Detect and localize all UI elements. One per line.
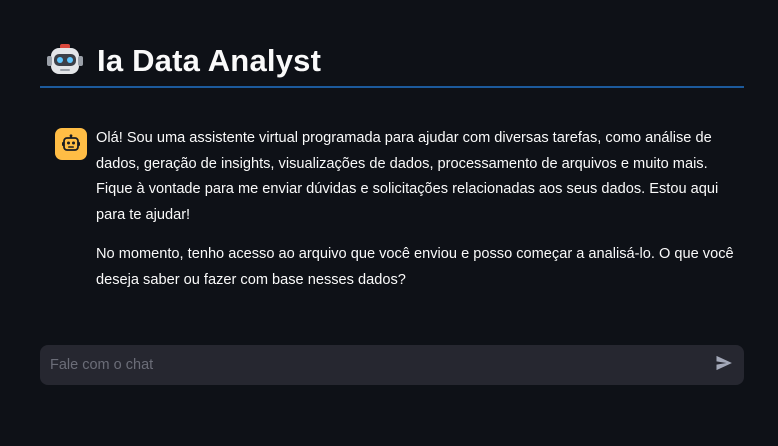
message-content: Olá! Sou uma assistente virtual programa… — [96, 126, 744, 307]
send-icon — [714, 353, 734, 378]
page-title: Ia Data Analyst — [97, 43, 322, 78]
robot-face-icon — [45, 41, 85, 81]
send-button[interactable] — [704, 345, 744, 385]
chat-input[interactable] — [40, 345, 704, 385]
message-paragraph: Olá! Sou uma assistente virtual programa… — [96, 130, 719, 223]
bot-icon — [55, 128, 87, 160]
page-header: Ia Data Analyst — [40, 34, 744, 88]
message-paragraph: No momento, tenho acesso ao arquivo que … — [96, 246, 734, 288]
chat-input-container — [40, 345, 744, 385]
header-divider — [40, 86, 744, 88]
app-container: Ia Data Analyst Olá! Sou uma assistente … — [0, 0, 778, 446]
assistant-message: Olá! Sou uma assistente virtual programa… — [55, 126, 745, 307]
